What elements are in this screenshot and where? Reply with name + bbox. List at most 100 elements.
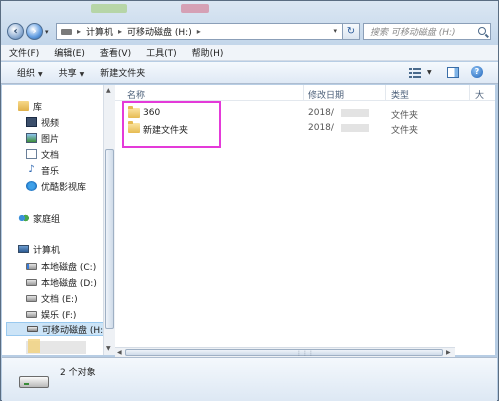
scroll-left-icon[interactable]: ◀ (117, 349, 122, 356)
column-name[interactable]: 名称 (127, 88, 145, 101)
menu-file[interactable]: 文件(F) (9, 46, 39, 59)
blurred-date (341, 109, 369, 117)
nav-drive-c-label: 本地磁盘 (C:) (41, 262, 97, 273)
scrollbar-thumb[interactable] (105, 149, 114, 329)
share-button[interactable]: 共享 ▼ (59, 66, 85, 79)
menu-help[interactable]: 帮助(H) (192, 46, 224, 59)
hard-drive-icon (26, 294, 37, 302)
menu-edit[interactable]: 编辑(E) (54, 46, 85, 59)
annotation-highlight-box (122, 101, 221, 148)
nav-pictures-label: 图片 (41, 134, 60, 145)
search-icon[interactable] (478, 27, 486, 35)
nav-music[interactable]: ♪ 音乐 (26, 163, 59, 177)
nav-drive-h[interactable]: 可移动磁盘 (H:) (6, 322, 107, 336)
refresh-icon: ↻ (346, 26, 356, 37)
command-bar: 组织 ▼ 共享 ▼ 新建文件夹 (1, 62, 498, 84)
share-label: 共享 (58, 69, 77, 79)
hard-drive-icon (26, 278, 37, 286)
nav-drive-e[interactable]: 文档 (E:) (26, 291, 78, 305)
nav-drive-h-label: 可移动磁盘 (H:) (42, 325, 107, 336)
folder-icon (28, 339, 40, 353)
nav-drive-d-label: 本地磁盘 (D:) (41, 278, 97, 289)
title-bar: ‹ › ▾ ▸ 计算机 ▸ 可移动磁盘 (H:) ▸ ▾ ↻ 搜索 可移动磁盘 … (1, 1, 498, 45)
grip-icon: ⋮⋮⋮ (296, 350, 314, 357)
nav-computer-label: 计算机 (33, 245, 61, 256)
column-divider[interactable] (469, 85, 470, 101)
file-date: 2018/ (308, 108, 334, 118)
file-type: 文件夹 (391, 111, 419, 121)
help-icon[interactable]: ? (471, 66, 483, 78)
nav-drive-d[interactable]: 本地磁盘 (D:) (26, 275, 97, 289)
refresh-button[interactable]: ↻ (342, 23, 360, 40)
organize-button[interactable]: 组织 ▼ (17, 66, 43, 79)
address-dropdown-icon[interactable]: ▾ (333, 27, 337, 35)
view-options-dropdown-icon[interactable]: ▼ (427, 69, 432, 76)
scroll-up-icon[interactable]: ▲ (106, 87, 111, 94)
change-view-icon[interactable] (409, 67, 421, 78)
nav-documents[interactable]: 文档 (26, 147, 59, 161)
removable-drive-icon (61, 28, 72, 35)
document-library-icon (26, 149, 37, 159)
navigation-scrollbar[interactable]: ▲ ▼ (103, 85, 115, 355)
scrollbar-thumb[interactable]: ⋮⋮⋮ (125, 349, 443, 357)
scroll-right-icon[interactable]: ▶ (446, 349, 451, 356)
nav-music-label: 音乐 (41, 166, 60, 177)
horizontal-scrollbar[interactable]: ◀ ⋮⋮⋮ ▶ (115, 347, 455, 357)
breadcrumb-separator-icon[interactable]: ▸ (197, 27, 201, 36)
nav-videos[interactable]: 视频 (26, 115, 59, 129)
video-library-icon (26, 117, 37, 127)
breadcrumb-separator-icon[interactable]: ▸ (77, 27, 81, 36)
scroll-down-icon[interactable]: ▼ (106, 345, 111, 352)
menu-tools[interactable]: 工具(T) (146, 46, 177, 59)
blurred-title-region (181, 4, 209, 13)
forward-button[interactable]: › (26, 23, 43, 40)
back-button[interactable]: ‹ (7, 23, 24, 40)
chevron-down-icon: ▼ (79, 71, 85, 78)
column-type[interactable]: 类型 (391, 88, 409, 101)
nav-drive-e-label: 文档 (E:) (41, 294, 78, 305)
nav-library[interactable]: 库 (18, 99, 42, 113)
blurred-title-region (91, 4, 127, 13)
search-input[interactable]: 搜索 可移动磁盘 (H:) (363, 23, 491, 40)
usb-drive-icon (27, 326, 38, 332)
breadcrumb-separator-icon[interactable]: ▸ (118, 27, 122, 36)
organize-label: 组织 (17, 69, 36, 79)
nav-drive-c[interactable]: 本地磁盘 (C:) (26, 259, 96, 273)
menu-bar: 文件(F) 编辑(E) 查看(V) 工具(T) 帮助(H) (1, 45, 498, 61)
nav-youku-library[interactable]: 优酷影视库 (26, 179, 86, 193)
blurred-date (341, 124, 369, 132)
explorer-window: ‹ › ▾ ▸ 计算机 ▸ 可移动磁盘 (H:) ▸ ▾ ↻ 搜索 可移动磁盘 … (0, 0, 499, 401)
music-library-icon: ♪ (28, 164, 35, 175)
new-folder-button[interactable]: 新建文件夹 (100, 66, 145, 79)
breadcrumb-computer[interactable]: 计算机 (86, 25, 113, 38)
nav-pictures[interactable]: 图片 (26, 131, 59, 145)
nav-drive-f-label: 娱乐 (F:) (41, 310, 77, 321)
nav-homegroup[interactable]: 家庭组 (18, 211, 60, 225)
column-divider[interactable] (303, 85, 304, 101)
details-pane: 2 个对象 (2, 357, 497, 401)
nav-documents-label: 文档 (41, 150, 60, 161)
nav-homegroup-label: 家庭组 (33, 214, 61, 225)
library-icon (18, 101, 29, 111)
nav-computer[interactable]: 计算机 (18, 242, 60, 256)
youku-library-icon (26, 181, 37, 191)
nav-videos-label: 视频 (41, 118, 60, 129)
address-bar[interactable]: ▸ 计算机 ▸ 可移动磁盘 (H:) ▸ ▾ (56, 23, 356, 40)
column-size[interactable]: 大 (475, 88, 484, 101)
breadcrumb-removable-drive[interactable]: 可移动磁盘 (H:) (127, 25, 192, 38)
nav-drive-f[interactable]: 娱乐 (F:) (26, 307, 76, 321)
nav-library-label: 库 (33, 102, 43, 113)
column-divider[interactable] (385, 85, 386, 101)
item-count: 2 个对象 (60, 368, 96, 378)
preview-pane-icon[interactable] (447, 67, 459, 78)
picture-library-icon (26, 133, 37, 143)
hard-drive-icon (26, 262, 37, 270)
menu-view[interactable]: 查看(V) (100, 46, 131, 59)
nav-youku-label: 优酷影视库 (41, 182, 87, 193)
chevron-down-icon: ▼ (38, 71, 43, 78)
file-type: 文件夹 (391, 126, 419, 136)
recent-pages-dropdown-icon[interactable]: ▾ (45, 28, 49, 36)
homegroup-icon (18, 213, 29, 223)
column-date-modified[interactable]: 修改日期 (308, 88, 344, 101)
file-date: 2018/ (308, 123, 334, 133)
